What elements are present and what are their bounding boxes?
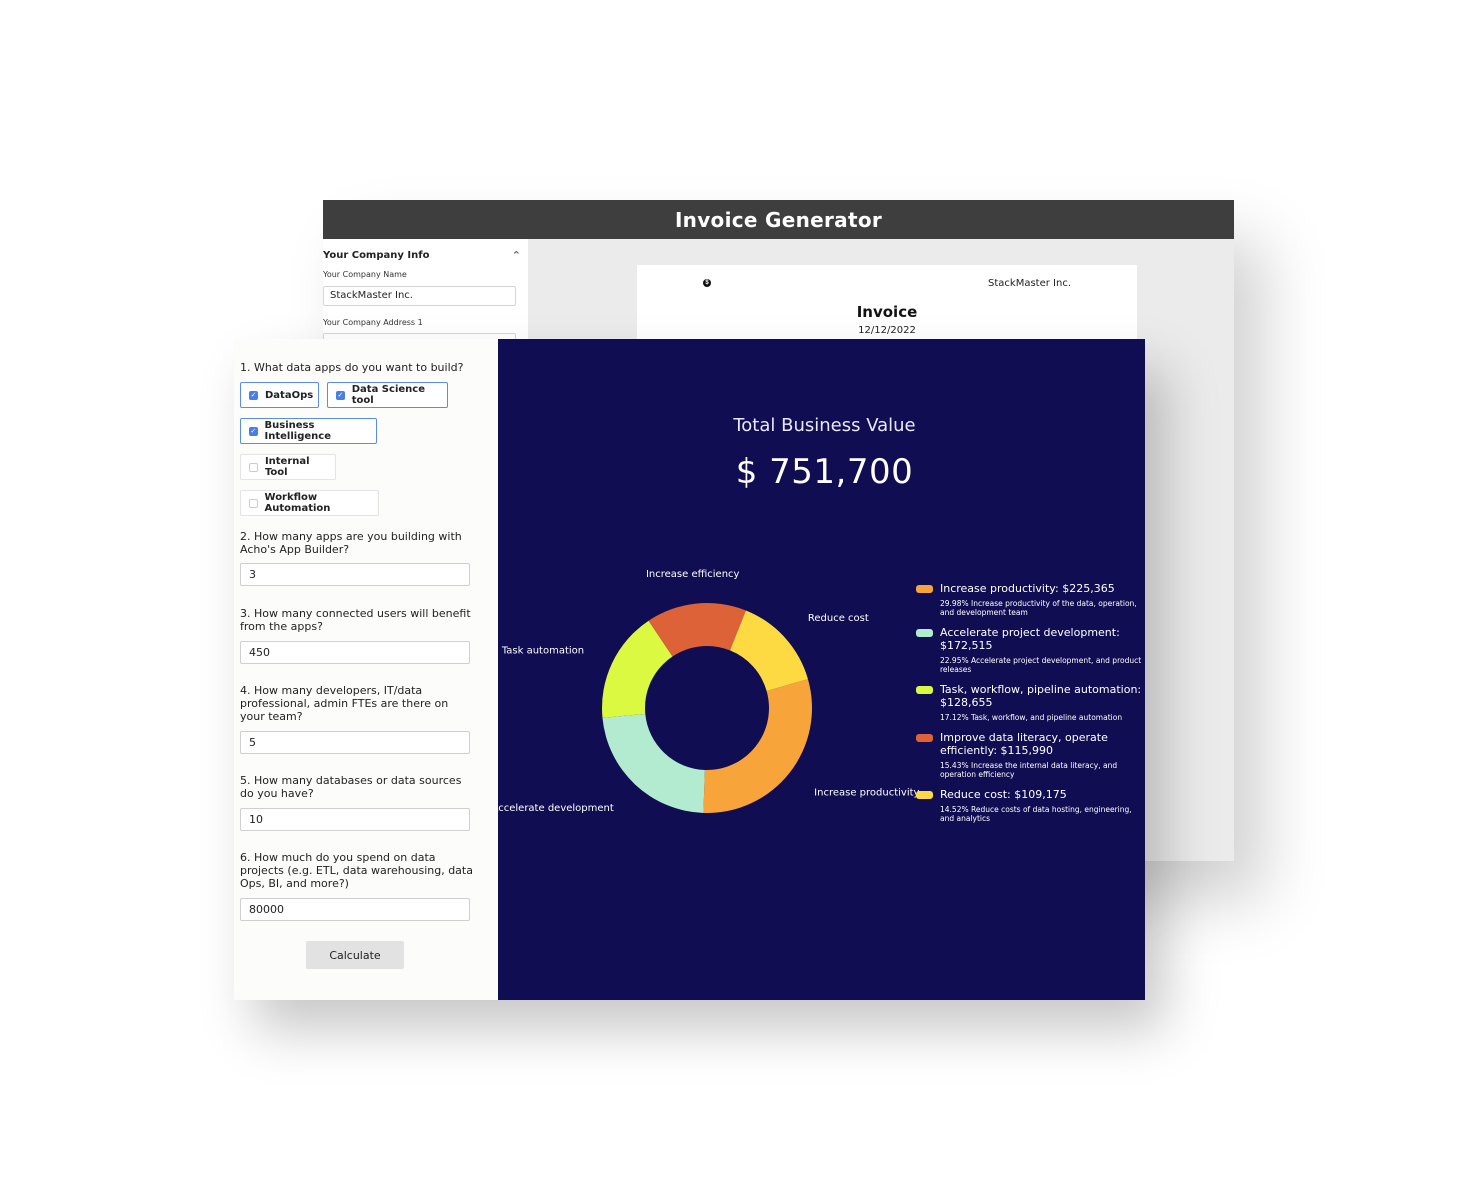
legend-title: Increase productivity: $225,365 <box>940 582 1115 595</box>
question-2: 2. How many apps are you building with A… <box>240 530 462 556</box>
slice-label: Increase productivity <box>814 788 919 799</box>
roi-calculator-window: 1. What data apps do you want to build? … <box>234 339 1145 1000</box>
legend-description: 29.98% Increase productivity of the data… <box>940 599 1137 617</box>
users-count-input[interactable]: 450 <box>240 641 470 664</box>
checkbox-icon: ✓ <box>249 390 258 400</box>
app-title: Invoice Generator <box>323 200 1234 239</box>
option-data-science-tool[interactable]: ✓ Data Science tool <box>327 382 448 408</box>
legend-swatch <box>916 686 933 694</box>
dollar-logo-icon: $ <box>703 279 711 287</box>
chart-legend: Increase productivity: $225,365 29.98% In… <box>916 582 1148 832</box>
company-name-field[interactable]: StackMaster Inc. <box>323 286 516 306</box>
option-label: DataOps <box>265 389 314 401</box>
legend-title: Accelerate project development: $172,515 <box>940 626 1120 652</box>
legend-item[interactable]: Task, workflow, pipeline automation: $12… <box>916 683 1148 722</box>
spend-input[interactable]: 80000 <box>240 898 470 921</box>
donut-slice-reduce-cost[interactable] <box>729 610 808 691</box>
legend-title: Task, workflow, pipeline automation: $12… <box>940 683 1142 709</box>
company-info-header[interactable]: Your Company Info ⌃ <box>323 249 521 262</box>
option-business-intelligence[interactable]: ✓ Business Intelligence <box>240 418 377 444</box>
option-label: Business Intelligence <box>264 420 331 442</box>
option-label: Internal Tool <box>264 456 310 478</box>
legend-description: 17.12% Task, workflow, and pipeline auto… <box>940 713 1123 722</box>
option-label: Data Science tool <box>351 384 425 406</box>
company-info-title: Your Company Info <box>323 250 430 261</box>
checkbox-icon: ✓ <box>249 426 258 436</box>
legend-swatch <box>916 791 933 799</box>
checkbox-icon: ✓ <box>336 390 345 400</box>
company-address-label: Your Company Address 1 <box>323 318 423 327</box>
option-workflow-automation[interactable]: Workflow Automation <box>240 490 379 516</box>
checkbox-icon <box>249 498 258 508</box>
slice-label: Increase efficiency <box>646 569 740 580</box>
legend-item[interactable]: Reduce cost: $109,175 14.52% Reduce costs… <box>916 788 1148 823</box>
databases-count-input[interactable]: 10 <box>240 808 470 831</box>
legend-description: 14.52% Reduce costs of data hosting, eng… <box>940 805 1132 823</box>
question-1: 1. What data apps do you want to build? <box>240 361 464 374</box>
developers-count-input[interactable]: 5 <box>240 731 470 754</box>
checkbox-icon <box>249 462 258 472</box>
legend-swatch <box>916 734 933 742</box>
legend-swatch <box>916 585 933 593</box>
calculate-button[interactable]: Calculate <box>306 941 404 969</box>
invoice-company-name: StackMaster Inc. <box>988 278 1071 289</box>
option-label: Workflow Automation <box>264 492 331 514</box>
donut-slice-increase-productivity[interactable] <box>703 679 812 813</box>
slice-label: Task automation <box>501 646 584 657</box>
apps-count-input[interactable]: 3 <box>240 563 470 586</box>
question-6: 6. How much do you spend on data project… <box>240 851 473 890</box>
legend-swatch <box>916 629 933 637</box>
question-4: 4. How many developers, IT/data professi… <box>240 684 449 723</box>
slice-label: Reduce cost <box>808 613 869 624</box>
legend-item[interactable]: Increase productivity: $225,365 29.98% In… <box>916 582 1148 617</box>
chevron-up-icon[interactable]: ⌃ <box>512 249 521 262</box>
option-internal-tool[interactable]: Internal Tool <box>240 454 336 480</box>
question-3: 3. How many connected users will benefit… <box>240 607 471 633</box>
legend-item[interactable]: Improve data literacy, operate efficient… <box>916 731 1148 779</box>
donut-slice-accelerate-development[interactable] <box>602 713 705 813</box>
legend-description: 22.95% Accelerate project development, a… <box>940 656 1142 674</box>
slice-label: Accelerate development <box>498 803 614 814</box>
calculator-form: 1. What data apps do you want to build? … <box>234 339 498 1000</box>
question-5: 5. How many databases or data sources do… <box>240 774 462 800</box>
legend-description: 15.43% Increase the internal data litera… <box>940 761 1118 779</box>
results-panel: Total Business Value $ 751,700 Increase … <box>498 339 1145 1000</box>
legend-item[interactable]: Accelerate project development: $172,515… <box>916 626 1148 674</box>
legend-title: Reduce cost: $109,175 <box>940 788 1067 801</box>
invoice-date: 12/12/2022 <box>858 325 916 336</box>
invoice-title: Invoice <box>856 303 918 321</box>
legend-title: Improve data literacy, operate efficient… <box>940 731 1108 757</box>
option-dataops[interactable]: ✓ DataOps <box>240 382 319 408</box>
company-name-label: Your Company Name <box>323 270 407 279</box>
